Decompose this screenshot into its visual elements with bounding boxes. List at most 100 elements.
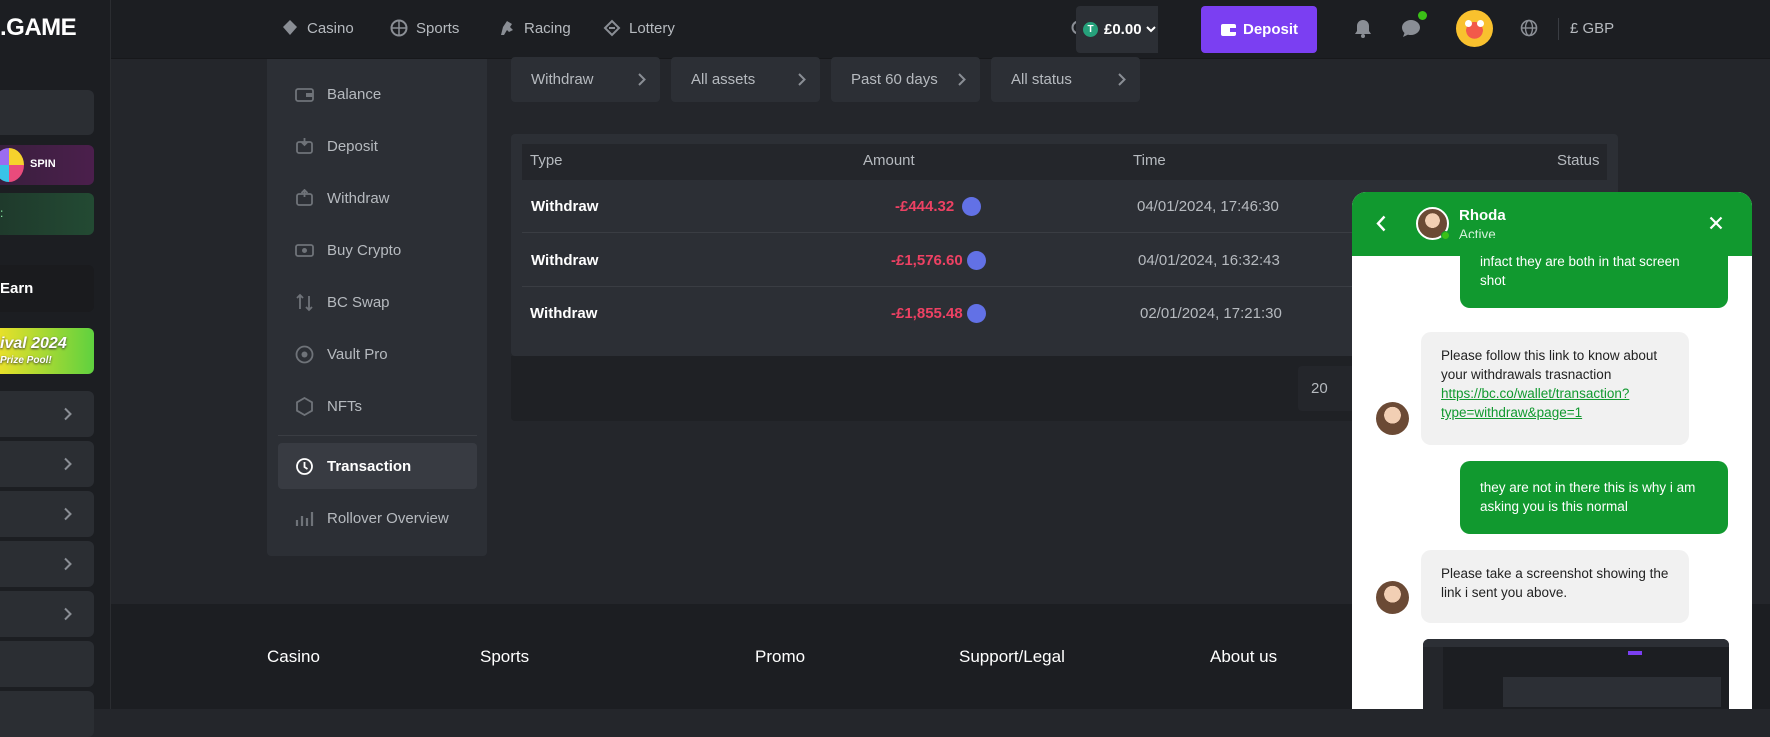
agent-message-avatar — [1376, 581, 1409, 614]
thumb-topbar — [1423, 639, 1729, 647]
menu-buy-crypto-label: Buy Crypto — [327, 241, 402, 259]
menu-nfts[interactable]: NFTs — [278, 383, 477, 429]
racing-icon — [501, 21, 513, 35]
menu-withdraw[interactable]: Withdraw — [278, 175, 477, 221]
spin-promo[interactable]: SPIN — [0, 145, 94, 185]
menu-withdraw-label: Withdraw — [327, 189, 390, 207]
top-header: Casino Sports Racing Lottery T £0.00 Dep… — [111, 0, 1770, 59]
chevron-right-icon — [64, 607, 72, 621]
globe-icon[interactable] — [1520, 19, 1538, 37]
filter-assets[interactable]: All assets — [671, 57, 820, 102]
sidebar-group-2[interactable] — [0, 441, 94, 487]
sidebar-green-promo[interactable]: : — [0, 193, 94, 235]
header-divider — [1558, 18, 1559, 40]
footer-casino[interactable]: Casino — [267, 647, 320, 667]
balance-selector[interactable]: T £0.00 — [1076, 6, 1158, 53]
earn-item[interactable]: Earn — [0, 265, 94, 312]
menu-bc-swap[interactable]: BC Swap — [278, 279, 477, 325]
filter-status[interactable]: All status — [991, 57, 1140, 102]
filter-status-label: All status — [1011, 71, 1072, 88]
spin-label: SPIN — [30, 158, 56, 170]
row-type: Withdraw — [530, 305, 598, 322]
chat-message-outgoing: infact they are both in that screen shot — [1460, 238, 1728, 308]
sidebar-promo-glyph: : — [0, 206, 4, 220]
currency-selector[interactable]: £ GBP — [1570, 20, 1614, 37]
menu-vault-pro-label: Vault Pro — [327, 345, 388, 363]
deposit-icon — [296, 137, 313, 154]
sidebar-group-3[interactable] — [0, 491, 94, 537]
buy-crypto-icon — [295, 243, 314, 257]
screenshot-attachment[interactable] — [1423, 639, 1729, 709]
left-sidebar: .GAME SPIN : Earn ival 2024 Prize Pool! — [0, 0, 111, 737]
agent-message-avatar — [1376, 402, 1409, 435]
page-size-select[interactable]: 20 — [1298, 366, 1358, 411]
agent-online-dot — [1441, 231, 1450, 240]
chat-message-incoming: Please take a screenshot showing the lin… — [1421, 550, 1689, 623]
online-dot — [1418, 11, 1427, 20]
chevron-right-icon — [64, 407, 72, 421]
menu-vault-pro[interactable]: Vault Pro — [278, 331, 477, 377]
filter-period-label: Past 60 days — [851, 71, 938, 88]
nav-sports[interactable]: Sports — [390, 19, 459, 37]
chevron-right-icon — [1118, 73, 1126, 86]
chat-icon[interactable] — [1401, 19, 1421, 38]
sidebar-group-1[interactable] — [0, 391, 94, 437]
deposit-button[interactable]: Deposit — [1201, 6, 1317, 53]
menu-transaction[interactable]: Transaction — [278, 443, 477, 489]
menu-divider — [278, 435, 477, 436]
row-time: 04/01/2024, 16:32:43 — [1138, 252, 1280, 269]
row-time: 04/01/2024, 17:46:30 — [1137, 198, 1279, 215]
sidebar-group-6[interactable] — [0, 641, 94, 687]
footer-support-legal[interactable]: Support/Legal — [959, 647, 1065, 667]
row-type: Withdraw — [531, 198, 599, 215]
transaction-link[interactable]: https://bc.co/wallet/transaction?type=wi… — [1441, 386, 1629, 420]
deposit-button-label: Deposit — [1243, 21, 1299, 38]
filter-type[interactable]: Withdraw — [511, 57, 660, 102]
chat-message-incoming: Please follow this link to know about yo… — [1421, 332, 1689, 445]
ethereum-icon — [962, 197, 981, 216]
thumb-sidebar — [1423, 647, 1443, 709]
agent-name: Rhoda — [1459, 207, 1506, 224]
nft-icon — [296, 396, 313, 416]
chevron-down-icon — [1146, 26, 1156, 33]
filter-period[interactable]: Past 60 days — [831, 57, 980, 102]
sidebar-slot[interactable] — [0, 90, 94, 135]
col-amount: Amount — [863, 152, 915, 169]
sidebar-group-5[interactable] — [0, 591, 94, 637]
sidebar-group-7[interactable] — [0, 691, 94, 737]
chat-message-outgoing: they are not in there this is why i am a… — [1460, 461, 1728, 534]
close-icon[interactable] — [1709, 216, 1723, 230]
nav-casino[interactable]: Casino — [281, 19, 354, 37]
back-arrow-icon[interactable] — [1376, 215, 1386, 232]
nav-racing-label: Racing — [524, 19, 571, 37]
chat-message-text: Please follow this link to know about yo… — [1441, 348, 1658, 382]
menu-balance[interactable]: Balance — [278, 71, 477, 117]
avatar-eye-left — [1465, 20, 1472, 27]
menu-transaction-label: Transaction — [327, 457, 412, 475]
wallet-icon — [1221, 24, 1236, 36]
menu-rollover-label: Rollover Overview — [327, 509, 449, 527]
sports-icon — [390, 19, 408, 37]
footer-about-us[interactable]: About us — [1210, 647, 1277, 667]
menu-buy-crypto[interactable]: Buy Crypto — [278, 227, 477, 273]
user-avatar[interactable] — [1456, 10, 1493, 47]
table-header: Type Amount Time Status — [522, 144, 1607, 180]
sidebar-group-4[interactable] — [0, 541, 94, 587]
menu-rollover-overview[interactable]: Rollover Overview — [278, 495, 477, 541]
footer-sports[interactable]: Sports — [480, 647, 529, 667]
row-amount: -£444.32 — [895, 198, 955, 215]
rollover-icon — [295, 511, 314, 526]
menu-deposit[interactable]: Deposit — [278, 123, 477, 169]
carnival-banner[interactable]: ival 2024 Prize Pool! — [0, 328, 94, 374]
nav-racing[interactable]: Racing — [498, 19, 571, 37]
chevron-right-icon — [64, 507, 72, 521]
menu-balance-label: Balance — [327, 85, 382, 103]
bell-icon[interactable] — [1354, 19, 1372, 38]
chevron-right-icon — [958, 73, 966, 86]
footer-promo[interactable]: Promo — [755, 647, 805, 667]
brand-logo[interactable]: .GAME — [0, 14, 77, 42]
nav-casino-label: Casino — [307, 19, 354, 37]
nav-lottery[interactable]: Lottery — [603, 19, 675, 37]
wallet-icon — [295, 87, 314, 102]
swap-icon — [296, 293, 313, 311]
